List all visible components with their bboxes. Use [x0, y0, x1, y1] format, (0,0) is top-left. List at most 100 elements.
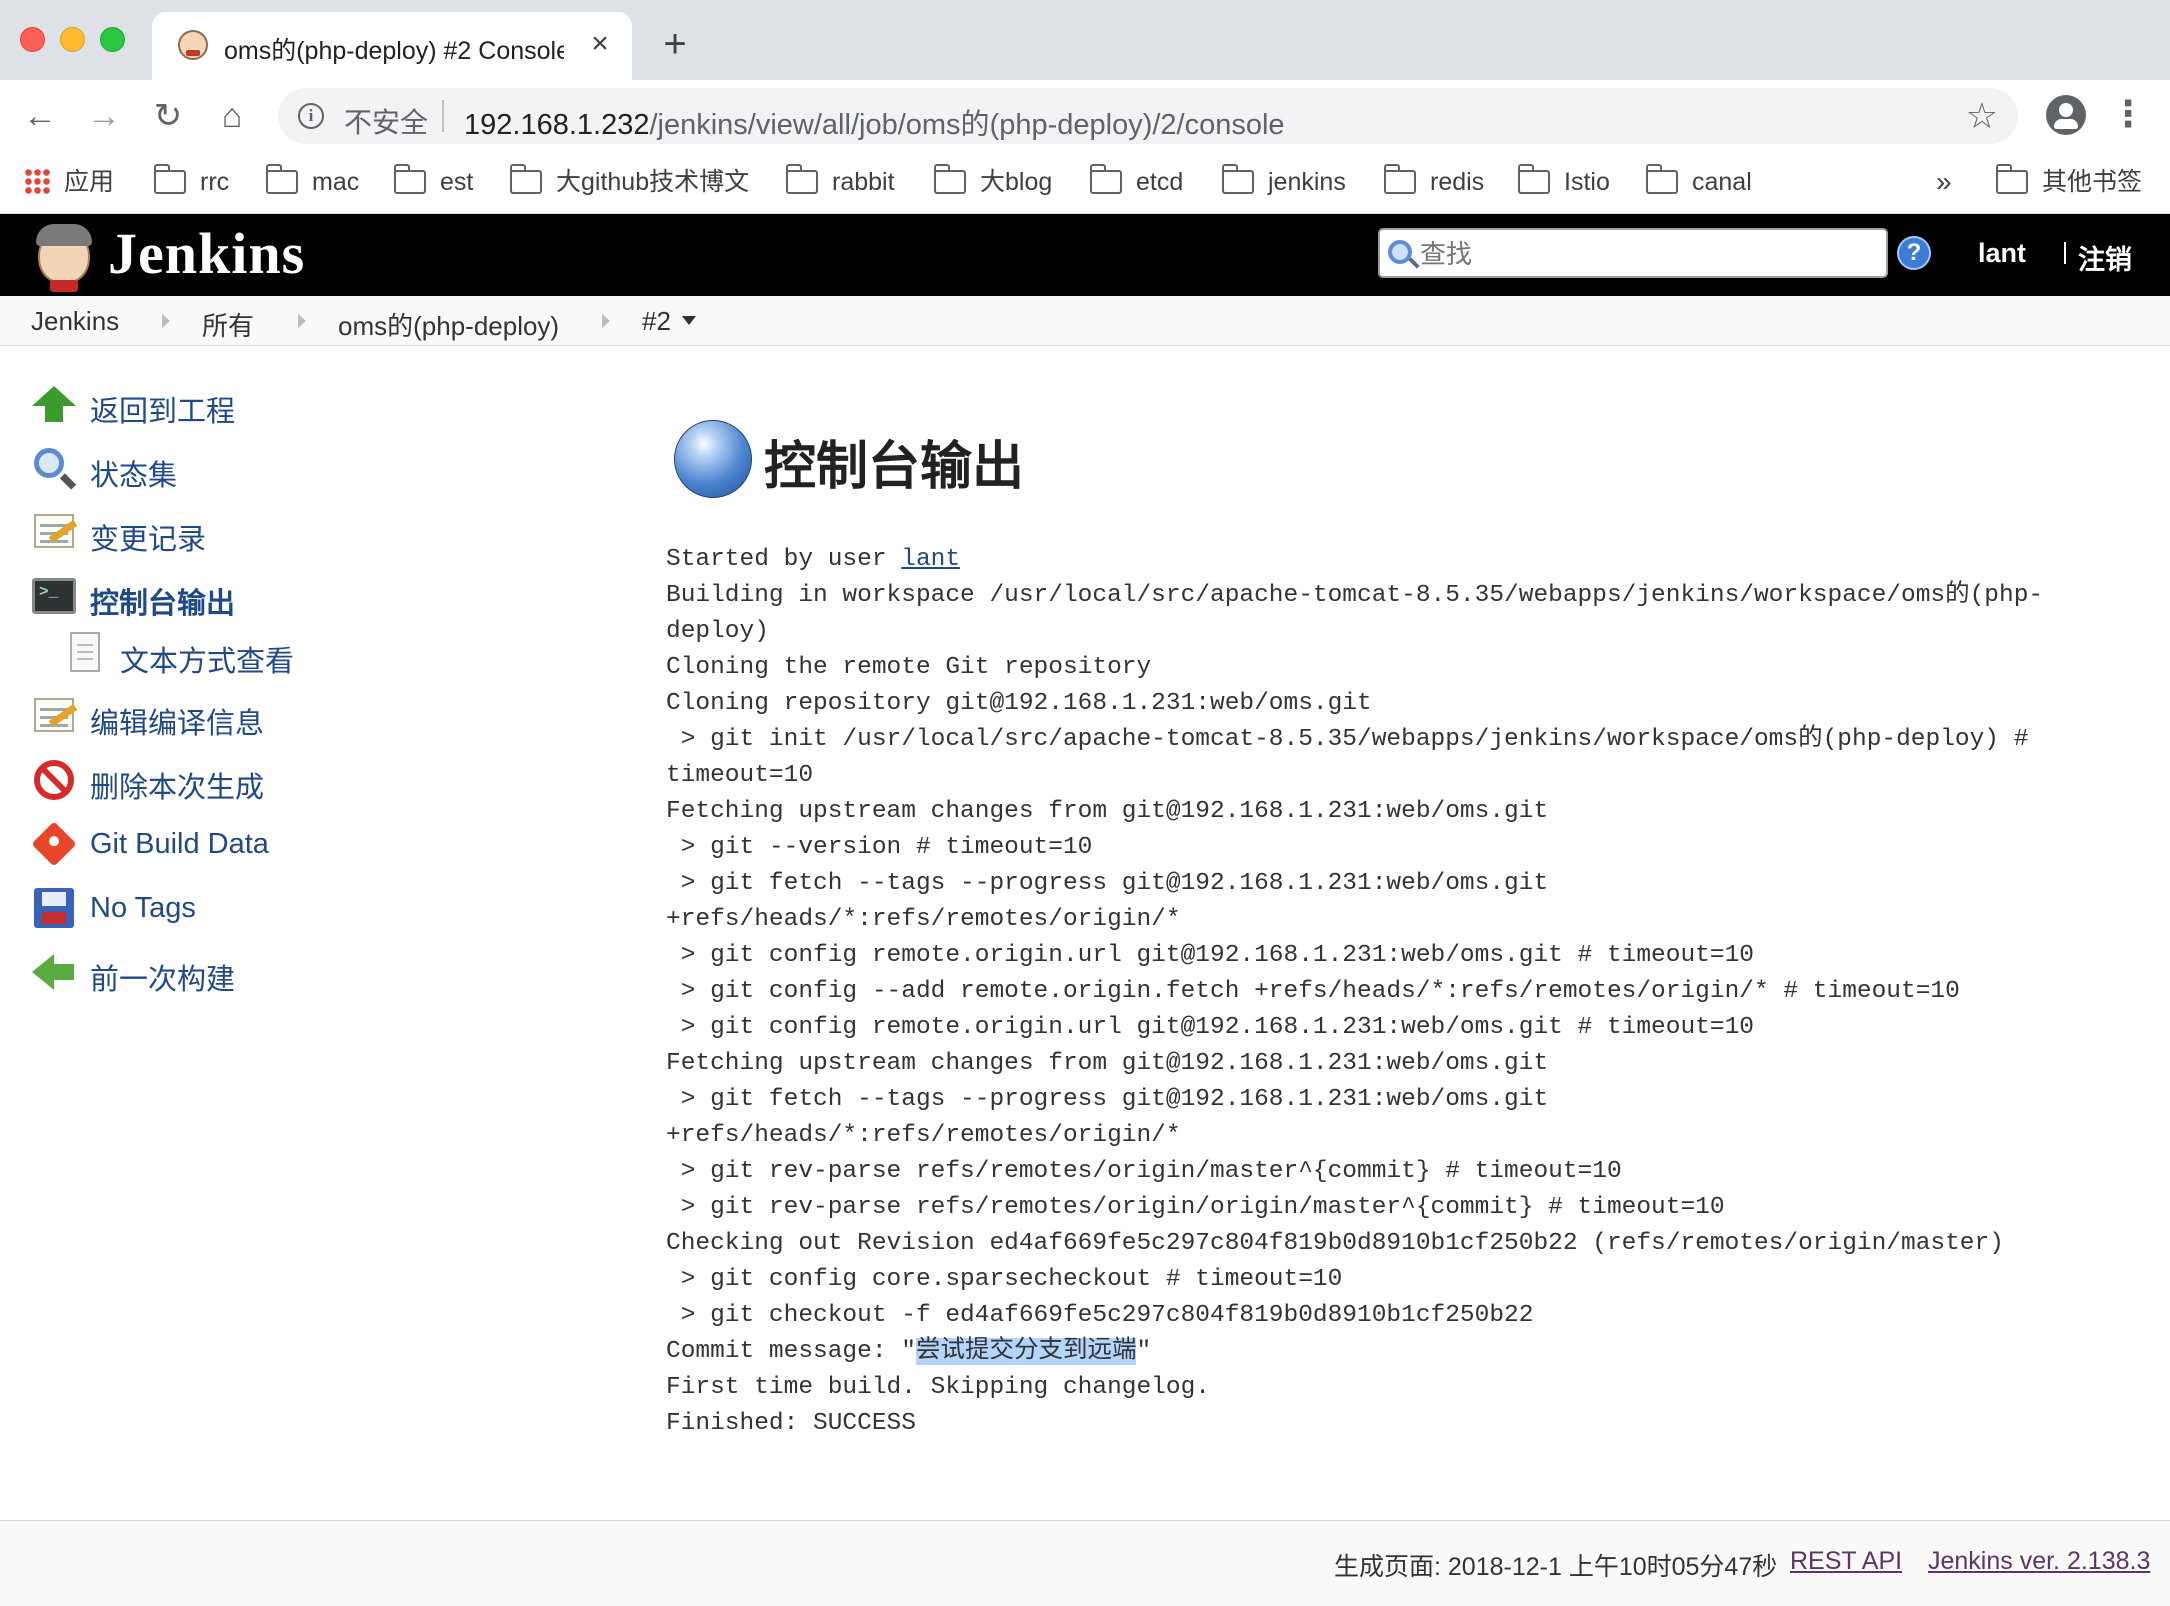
jenkins-logo-icon[interactable]	[32, 224, 96, 294]
console-line: > git fetch --tags --progress git@192.16…	[666, 1086, 1549, 1113]
info-icon[interactable]: i	[298, 103, 324, 129]
user-link[interactable]: lant	[1978, 238, 2026, 269]
browser-tab-bar: oms的(php-deploy) #2 Console × +	[0, 0, 2170, 80]
console-line: > git init /usr/local/src/apache-tomcat-…	[666, 726, 2029, 753]
folder-icon	[1518, 164, 1550, 194]
bookmark-folder[interactable]: 大github技术博文	[510, 164, 749, 200]
browser-menu-icon[interactable]: ⋮	[2110, 94, 2146, 138]
user-link[interactable]: lant	[901, 546, 960, 573]
bookmark-label: 大github技术博文	[556, 168, 750, 196]
bookmark-folder[interactable]: 大blog	[934, 164, 1052, 200]
bookmark-folder[interactable]: rabbit	[786, 164, 895, 200]
jenkins-version-link[interactable]: Jenkins ver. 2.138.3	[1928, 1547, 2150, 1576]
folder-icon	[786, 164, 818, 194]
left-arrow-icon	[32, 950, 76, 994]
bookmark-label: rrc	[200, 168, 230, 196]
bookmark-apps[interactable]: 应用	[24, 164, 114, 200]
breadcrumb-item-all[interactable]: 所有	[202, 306, 254, 343]
console-line: > git config remote.origin.url git@192.1…	[666, 942, 1754, 969]
forward-icon[interactable]: →	[82, 94, 126, 138]
bookmark-folder[interactable]: canal	[1646, 164, 1752, 200]
sidebar-item-label: 文本方式查看	[120, 646, 295, 678]
jenkins-favicon-icon	[178, 30, 208, 60]
magnifier-icon	[32, 446, 77, 490]
page-generated-timestamp: 生成页面: 2018-12-1 上午10时05分47秒	[1334, 1553, 1778, 1581]
notepad-icon	[32, 510, 78, 554]
url-text[interactable]: 192.168.1.232/jenkins/view/all/job/oms的(…	[464, 101, 1285, 143]
commit-message: 尝试提交分支到远端	[915, 1338, 1137, 1365]
sidebar-item-label: 变更记录	[90, 524, 207, 556]
folder-icon	[1996, 164, 2028, 194]
sidebar-item-label: 编辑编译信息	[90, 708, 265, 740]
address-bar[interactable]: i 不安全 192.168.1.232/jenkins/view/all/job…	[278, 88, 2018, 144]
console-line: Commit message: "	[666, 1338, 916, 1365]
notepad-icon	[32, 694, 78, 738]
profile-avatar-icon[interactable]	[2046, 95, 2086, 135]
console-line: > git fetch --tags --progress git@192.16…	[666, 870, 1549, 897]
bookmarks-overflow-icon[interactable]: »	[1936, 164, 1952, 200]
breadcrumb-item-build[interactable]: #2	[642, 306, 671, 337]
new-tab-button[interactable]: +	[655, 24, 695, 64]
header-divider	[2064, 242, 2066, 264]
bookmark-folder[interactable]: Istio	[1518, 164, 1610, 200]
active-tab[interactable]: oms的(php-deploy) #2 Console ×	[152, 12, 632, 80]
chevron-right-icon	[298, 314, 306, 328]
not-secure-label[interactable]: 不安全	[344, 101, 428, 141]
home-icon[interactable]: ⌂	[210, 94, 254, 138]
bookmark-folder[interactable]: mac	[266, 164, 359, 200]
tab-title: oms的(php-deploy) #2 Console	[224, 37, 564, 65]
breadcrumb-item-job[interactable]: oms的(php-deploy)	[338, 306, 559, 343]
console-line: > git --version # timeout=10	[666, 834, 1093, 861]
bookmark-folder[interactable]: redis	[1384, 164, 1484, 200]
close-window-button[interactable]	[20, 27, 45, 52]
rest-api-link[interactable]: REST API	[1790, 1547, 1902, 1576]
console-line: Building in workspace /usr/local/src/apa…	[666, 582, 2044, 609]
bookmark-label: etcd	[1136, 168, 1184, 196]
bookmark-label: 其他书签	[2042, 168, 2143, 196]
folder-icon	[1384, 164, 1416, 194]
folder-icon	[394, 164, 426, 194]
search-input[interactable]	[1420, 238, 1870, 270]
console-line: First time build. Skipping changelog.	[666, 1374, 1210, 1401]
sidebar-item-label: 前一次构建	[90, 964, 236, 996]
bookmark-label: est	[440, 168, 474, 196]
jenkins-title[interactable]: Jenkins	[108, 220, 305, 287]
folder-icon	[1646, 164, 1678, 194]
breadcrumb-item-jenkins[interactable]: Jenkins	[31, 306, 119, 337]
other-bookmarks[interactable]: 其他书签	[1996, 164, 2142, 200]
tab-close-icon[interactable]: ×	[582, 26, 618, 62]
back-icon[interactable]: ←	[18, 94, 62, 138]
console-line: > git config --add remote.origin.fetch +…	[666, 978, 1960, 1005]
console-tail: First time build. Skipping changelog. Fi…	[666, 1374, 1210, 1437]
bookmark-star-icon[interactable]: ☆	[1966, 96, 1998, 136]
bookmark-folder[interactable]: jenkins	[1222, 164, 1346, 200]
no-entry-icon	[32, 758, 76, 802]
page-title: 控制台输出	[764, 438, 1025, 496]
help-icon[interactable]: ?	[1897, 236, 1931, 270]
chevron-right-icon	[602, 314, 610, 328]
chevron-down-icon[interactable]	[682, 316, 696, 325]
console-line: Started by user	[666, 546, 902, 573]
up-arrow-icon	[32, 386, 76, 406]
url-host: 192.168.1.232	[464, 109, 650, 141]
up-arrow-stem	[45, 404, 63, 422]
folder-icon	[1222, 164, 1254, 194]
sidebar-item-label: 返回到工程	[90, 396, 236, 428]
minimize-window-button[interactable]	[60, 27, 85, 52]
maximize-window-button[interactable]	[100, 27, 125, 52]
bookmark-folder[interactable]: etcd	[1090, 164, 1183, 200]
search-icon	[1388, 240, 1412, 264]
git-icon	[31, 821, 77, 867]
sidebar-item-label: 控制台输出	[90, 588, 236, 620]
reload-icon[interactable]: ↻	[146, 94, 190, 138]
bookmark-folder[interactable]: rrc	[154, 164, 229, 200]
url-divider	[442, 100, 444, 132]
bookmark-folder[interactable]: est	[394, 164, 473, 200]
terminal-icon	[32, 574, 76, 618]
sidebar-item-label: Git Build Data	[90, 828, 269, 860]
bookmark-label: rabbit	[832, 168, 895, 196]
jenkins-header: Jenkins ? lant 注销	[0, 214, 2170, 296]
folder-icon	[154, 164, 186, 194]
logout-link[interactable]: 注销	[2078, 238, 2132, 277]
console-line: Fetching upstream changes from git@192.1…	[666, 798, 1549, 825]
